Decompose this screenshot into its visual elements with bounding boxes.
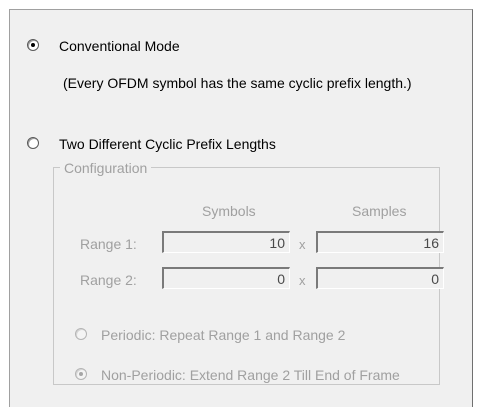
conventional-mode-label[interactable]: Conventional Mode <box>59 37 180 55</box>
periodic-radio[interactable] <box>75 328 87 340</box>
radio-selected-dot <box>31 43 35 47</box>
range-2-samples-field[interactable] <box>316 267 444 289</box>
conventional-mode-description: (Every OFDM symbol has the same cyclic p… <box>63 75 412 91</box>
conventional-mode-radio[interactable] <box>27 39 39 51</box>
non-periodic-label[interactable]: Non-Periodic: Extend Range 2 Till End of… <box>101 366 400 384</box>
configuration-group-title: Configuration <box>60 159 152 177</box>
two-cp-lengths-label[interactable]: Two Different Cyclic Prefix Lengths <box>59 135 276 153</box>
range-2-multiply-sign: x <box>299 273 306 288</box>
range-1-samples-field[interactable] <box>316 231 444 253</box>
radio-selected-dot <box>79 372 83 376</box>
two-cp-lengths-radio[interactable] <box>27 137 39 149</box>
samples-column-header: Samples <box>352 203 407 219</box>
symbols-column-header: Symbols <box>202 203 256 219</box>
periodic-label[interactable]: Periodic: Repeat Range 1 and Range 2 <box>101 326 345 344</box>
range-2-symbols-field[interactable] <box>162 267 290 289</box>
range-1-label: Range 1: <box>80 236 137 252</box>
range-1-symbols-field[interactable] <box>162 231 290 253</box>
range-2-label: Range 2: <box>80 272 137 288</box>
non-periodic-radio[interactable] <box>75 368 87 380</box>
range-1-multiply-sign: x <box>299 237 306 252</box>
